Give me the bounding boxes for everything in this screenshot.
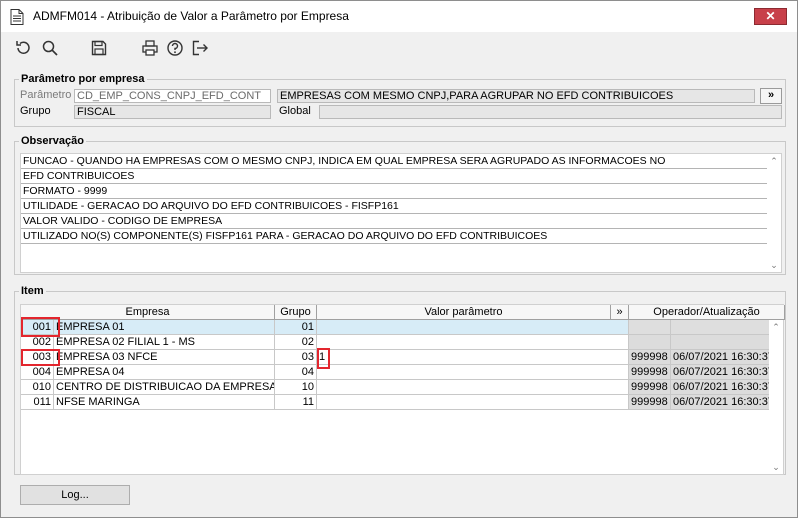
observacao-line: UTILIDADE - GERACAO DO ARQUIVO DO EFD CO… [21, 199, 781, 214]
title-bar: ADMFM014 - Atribuição de Valor a Parâmet… [1, 1, 797, 32]
operador-cell [629, 335, 671, 350]
table-row[interactable]: 011 NFSE MARINGA 11 999998 06/07/2021 16… [21, 395, 771, 410]
log-button[interactable]: Log... [20, 485, 130, 505]
empresa-code-cell: 002 [21, 335, 54, 350]
valor-cell[interactable] [317, 380, 629, 395]
parametro-label: Parâmetro [20, 89, 72, 101]
observacao-group-legend: Observação [21, 135, 84, 147]
item-grid: Empresa Grupo Valor parâmetro » Operador… [20, 304, 785, 475]
valor-cell[interactable]: 1 [317, 350, 629, 365]
table-row[interactable]: 004 EMPRESA 04 04 999998 06/07/2021 16:3… [21, 365, 771, 380]
header-valor-parametro[interactable]: Valor parâmetro [317, 305, 611, 320]
valor-cell[interactable] [317, 395, 629, 410]
empresa-name-cell: CENTRO DE DISTRIBUICAO DA EMPRESA [54, 380, 275, 395]
empresa-code-cell: 011 [21, 395, 54, 410]
item-grid-scrollbar[interactable]: ⌃ ⌄ [769, 320, 783, 474]
empresa-name-cell: EMPRESA 01 [54, 320, 275, 335]
scroll-down-icon[interactable]: ⌄ [767, 259, 781, 271]
grupo-cell: 11 [275, 395, 317, 410]
save-icon[interactable] [89, 38, 109, 58]
grupo-label: Grupo [20, 105, 51, 117]
operador-cell: 999998 [629, 350, 671, 365]
item-group: Item Empresa Grupo Valor parâmetro » Ope… [14, 285, 786, 475]
atualizacao-cell: 06/07/2021 16:30:37 [671, 365, 771, 380]
exit-icon[interactable] [190, 38, 210, 58]
highlight-box-row-001 [21, 317, 60, 337]
parametro-more-button[interactable]: » [760, 88, 782, 104]
close-icon: ✕ [765, 9, 776, 23]
atualizacao-cell: 06/07/2021 16:30:37 [671, 395, 771, 410]
global-field [319, 105, 782, 119]
table-row[interactable]: 002 EMPRESA 02 FILIAL 1 - MS 02 [21, 335, 771, 350]
grupo-field: FISCAL [74, 105, 271, 119]
empresa-code-cell: 004 [21, 365, 54, 380]
empresa-name-cell: NFSE MARINGA [54, 395, 275, 410]
observacao-line: FORMATO - 9999 [21, 184, 781, 199]
grupo-cell: 10 [275, 380, 317, 395]
observacao-line: EFD CONTRIBUICOES [21, 169, 781, 184]
grupo-cell: 03 [275, 350, 317, 365]
grupo-cell: 02 [275, 335, 317, 350]
parametro-group: Parâmetro por empresa Parâmetro CD_EMP_C… [14, 73, 786, 127]
parametro-group-legend: Parâmetro por empresa [21, 73, 145, 85]
observacao-group: Observação FUNCAO - QUANDO HA EMPRESAS C… [14, 135, 786, 275]
observacao-line: UTILIZADO NO(S) COMPONENTE(S) FISFP161 P… [21, 229, 781, 244]
parametro-description-field: EMPRESAS COM MESMO CNPJ,PARA AGRUPAR NO … [277, 89, 755, 103]
atualizacao-cell: 06/07/2021 16:30:37 [671, 350, 771, 365]
parametro-field[interactable]: CD_EMP_CONS_CNPJ_EFD_CONT [74, 89, 271, 103]
help-icon[interactable] [165, 38, 185, 58]
empresa-name-cell: EMPRESA 03 NFCE [54, 350, 275, 365]
print-icon[interactable] [140, 38, 160, 58]
operador-cell: 999998 [629, 395, 671, 410]
grupo-cell: 01 [275, 320, 317, 335]
valor-cell[interactable] [317, 335, 629, 350]
search-icon[interactable] [40, 38, 60, 58]
operador-cell: 999998 [629, 380, 671, 395]
undo-icon[interactable] [13, 38, 33, 58]
table-row[interactable]: 003 EMPRESA 03 NFCE 03 1 999998 06/07/20… [21, 350, 771, 365]
main-window: ADMFM014 - Atribuição de Valor a Parâmet… [0, 0, 798, 518]
empresa-name-cell: EMPRESA 04 [54, 365, 275, 380]
atualizacao-cell [671, 320, 771, 335]
empresa-name-cell: EMPRESA 02 FILIAL 1 - MS [54, 335, 275, 350]
toolbar [1, 32, 797, 62]
table-row[interactable]: 001 EMPRESA 01 01 [21, 320, 771, 335]
highlight-box-valor-003 [317, 348, 330, 369]
header-operador-atualizacao[interactable]: Operador/Atualização [629, 305, 785, 320]
grupo-cell: 04 [275, 365, 317, 380]
operador-cell [629, 320, 671, 335]
header-grupo[interactable]: Grupo [275, 305, 317, 320]
header-more-button[interactable]: » [611, 305, 629, 320]
operador-cell: 999998 [629, 365, 671, 380]
empresa-code-cell: 010 [21, 380, 54, 395]
scroll-down-icon[interactable]: ⌄ [769, 461, 783, 473]
observacao-line: FUNCAO - QUANDO HA EMPRESAS COM O MESMO … [21, 154, 781, 169]
atualizacao-cell [671, 335, 771, 350]
highlight-box-row-003 [21, 349, 60, 366]
observacao-text-area[interactable]: FUNCAO - QUANDO HA EMPRESAS COM O MESMO … [20, 153, 782, 273]
valor-cell[interactable] [317, 320, 629, 335]
observacao-scrollbar[interactable]: ⌃ ⌄ [767, 154, 781, 272]
valor-cell[interactable] [317, 365, 629, 380]
table-row[interactable]: 010 CENTRO DE DISTRIBUICAO DA EMPRESA 10… [21, 380, 771, 395]
scroll-up-icon[interactable]: ⌃ [767, 155, 781, 167]
atualizacao-cell: 06/07/2021 16:30:37 [671, 380, 771, 395]
observacao-line: VALOR VALIDO - CODIGO DE EMPRESA [21, 214, 781, 229]
item-group-legend: Item [21, 285, 44, 297]
close-button[interactable]: ✕ [754, 8, 787, 25]
global-label: Global [279, 105, 311, 117]
scroll-up-icon[interactable]: ⌃ [769, 321, 783, 333]
window-title: ADMFM014 - Atribuição de Valor a Parâmet… [33, 9, 349, 23]
document-icon [10, 9, 24, 25]
